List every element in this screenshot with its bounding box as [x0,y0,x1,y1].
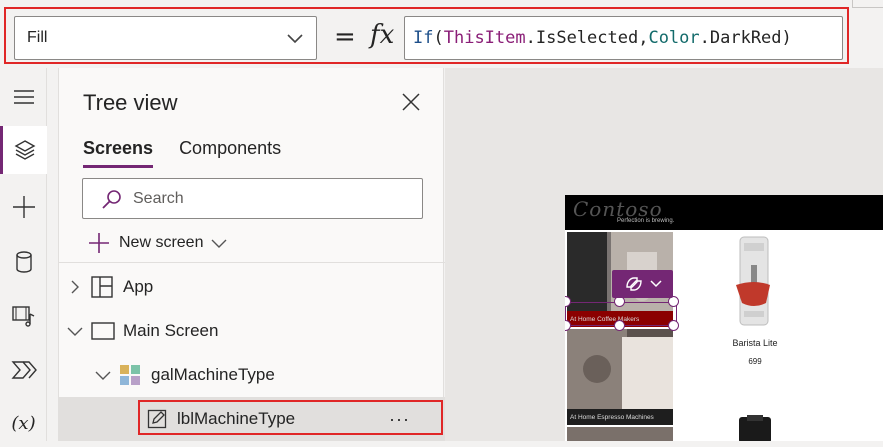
close-icon[interactable] [401,92,421,112]
tagline: Perfection is brewing. [617,218,675,224]
tree-node-main-screen[interactable]: Main Screen [59,309,445,353]
formula-bar: Fill = 𝑓x If(ThisItem .IsSelected, Color .D… [0,0,883,68]
plus-icon [89,233,109,253]
copilot-icon [625,277,642,291]
variables-icon-text: (x) [11,412,36,434]
screen-icon [91,322,115,340]
tree-node-gallery[interactable]: galMachineType [59,353,445,397]
toolbar-fragment [852,0,883,8]
new-screen-button[interactable]: New screen [87,231,227,255]
chevron-down-icon [649,280,662,288]
hamburger-menu-icon[interactable] [0,73,47,121]
copilot-button[interactable] [612,270,673,298]
tab-components[interactable]: Components [179,138,281,168]
power-automate-icon[interactable] [0,346,47,394]
resize-handle[interactable] [614,320,625,331]
product-image [736,236,770,326]
media-icon[interactable] [0,292,47,340]
product-image [739,415,771,441]
app-preview[interactable]: Contoso Perfection is brewing. At Home C… [565,195,883,441]
tree-node-label: App [123,277,154,296]
product-name: Barista Lite [732,338,778,348]
variables-icon[interactable]: (x) [0,399,47,447]
new-screen-label: New screen [119,234,204,251]
selected-node-highlight-outline [138,400,443,435]
data-icon[interactable] [0,238,47,286]
gallery-icon [120,365,140,385]
chevron-down-icon[interactable] [67,325,83,337]
panel-title: Tree view [83,90,178,115]
app-header: Contoso Perfection is brewing. [565,195,883,230]
divider [59,262,445,263]
left-rail: (x) [0,68,47,441]
product-price: 699 [748,357,762,366]
insert-plus-icon[interactable] [0,183,47,231]
tree-node-label: Main Screen [123,321,219,340]
tree-node-app[interactable]: App [59,265,445,309]
tree-tabs: Screens Components [83,138,281,168]
search-placeholder: Search [133,189,184,207]
app-icon [91,276,113,298]
gallery-tile[interactable]: At Home Espresso Machines [567,329,673,425]
tab-screens[interactable]: Screens [83,138,154,168]
search-icon [102,190,121,209]
tree-node-label: galMachineType [151,365,275,384]
layers-icon[interactable] [0,126,47,174]
gallery-tile[interactable] [567,427,673,441]
chevron-down-icon [211,239,227,248]
resize-handle[interactable] [668,320,679,331]
design-canvas[interactable]: Contoso Perfection is brewing. At Home C… [445,68,883,441]
tile-label[interactable]: At Home Espresso Machines [567,409,673,425]
chevron-down-icon[interactable] [95,369,111,381]
chevron-right-icon[interactable] [69,279,81,295]
search-input[interactable]: Search [82,178,423,219]
tree-view-panel: Tree view Screens Components Search New … [58,68,445,441]
formula-highlight-outline [4,7,849,64]
